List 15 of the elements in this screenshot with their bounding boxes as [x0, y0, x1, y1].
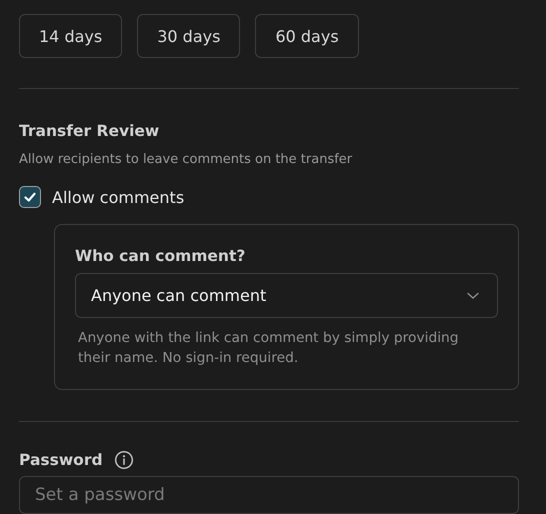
section-description: Allow recipients to leave comments on the transfer: [19, 152, 354, 167]
field-label: Who can comment?: [75, 247, 246, 265]
help-text: Anyone with the link can comment by simply providing their name. No sign-in required.: [78, 329, 460, 368]
checkbox-label[interactable]: Allow comments: [52, 188, 184, 206]
duration-button[interactable]: 30 days: [137, 14, 240, 58]
password-field[interactable]: Set a password: [19, 476, 519, 514]
select-dropdown[interactable]: Anyone can comment: [75, 273, 498, 318]
duration-button[interactable]: 60 days: [255, 14, 359, 58]
duration-button[interactable]: 14 days: [19, 14, 122, 58]
chevron-down-icon: [467, 292, 479, 300]
info-icon[interactable]: [114, 450, 134, 470]
checkbox[interactable]: [19, 186, 41, 208]
section-title: Transfer Review: [19, 122, 160, 140]
field-label: Password: [19, 451, 103, 469]
check-icon: [23, 190, 37, 204]
